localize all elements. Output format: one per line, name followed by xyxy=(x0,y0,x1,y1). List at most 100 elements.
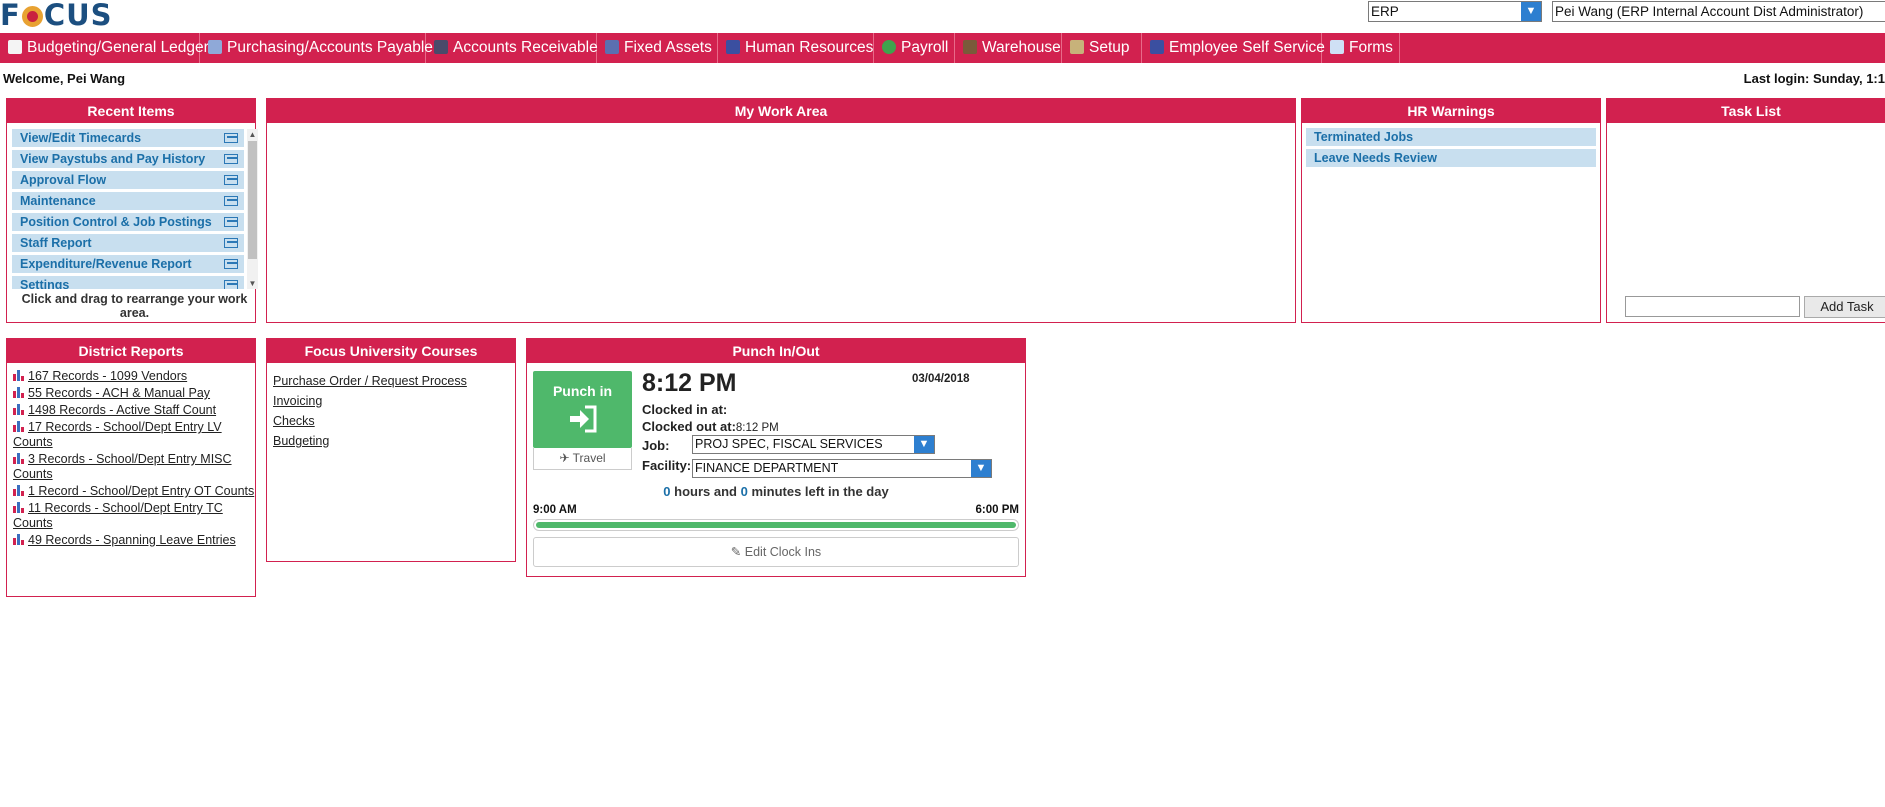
hr-warnings-panel: HR Warnings Terminated Jobs Leave Needs … xyxy=(1301,98,1601,323)
people-icon xyxy=(726,40,740,54)
nav-budgeting-general-ledger[interactable]: Budgeting/General Ledger xyxy=(0,33,209,63)
district-report-link[interactable]: 3 Records - School/Dept Entry MISC Count… xyxy=(7,452,255,482)
district-report-link[interactable]: 167 Records - 1099 Vendors xyxy=(7,369,255,384)
bar-chart-icon xyxy=(13,502,26,513)
district-report-link[interactable]: 49 Records - Spanning Leave Entries xyxy=(7,533,255,548)
open-window-icon[interactable] xyxy=(224,238,238,248)
punch-in-out-panel: Punch In/Out Punch in ✈ Travel 8:12 PM 0… xyxy=(526,338,1026,577)
minutes-left-value: 0 xyxy=(740,484,748,499)
recent-item[interactable]: Staff Report xyxy=(12,234,244,252)
recent-item[interactable]: View/Edit Timecards xyxy=(12,129,244,147)
open-window-icon[interactable] xyxy=(224,175,238,185)
scrollbar-thumb[interactable] xyxy=(248,141,257,259)
sign-in-icon xyxy=(568,405,598,433)
panel-title[interactable]: Recent Items xyxy=(7,99,255,123)
form-icon xyxy=(1330,40,1344,54)
recent-item[interactable]: Approval Flow xyxy=(12,171,244,189)
recent-items-scrollbar[interactable]: ▲ ▼ xyxy=(247,129,258,289)
nav-payroll[interactable]: Payroll xyxy=(874,33,955,63)
bar-chart-icon xyxy=(13,404,26,415)
district-report-link[interactable]: 1498 Records - Active Staff Count xyxy=(7,403,255,418)
forklift-icon xyxy=(963,40,977,54)
hr-warning-item[interactable]: Terminated Jobs xyxy=(1306,128,1596,146)
minutes-text: minutes left in the day xyxy=(751,484,889,499)
district-report-link[interactable]: 55 Records - ACH & Manual Pay xyxy=(7,386,255,401)
recent-item[interactable]: Settings xyxy=(12,276,244,289)
travel-label: Travel xyxy=(572,451,606,465)
new-task-input[interactable] xyxy=(1625,296,1800,317)
user-select-value: Pei Wang (ERP Internal Account Dist Admi… xyxy=(1555,4,1864,19)
nav-purchasing-accounts-payable[interactable]: Purchasing/Accounts Payable xyxy=(200,33,433,63)
cart-icon xyxy=(208,40,222,54)
day-progress-fill xyxy=(536,522,1016,528)
focus-university-courses-panel: Focus University Courses Purchase Order … xyxy=(266,338,516,562)
hours-text: hours and xyxy=(674,484,737,499)
current-date: 03/04/2018 xyxy=(912,373,970,385)
scroll-down-icon[interactable]: ▼ xyxy=(247,278,258,289)
recent-item[interactable]: View Paystubs and Pay History xyxy=(12,150,244,168)
building-icon xyxy=(605,40,619,54)
panel-title[interactable]: HR Warnings xyxy=(1302,99,1600,123)
panel-title[interactable]: Focus University Courses xyxy=(267,339,515,363)
open-window-icon[interactable] xyxy=(224,217,238,227)
add-task-button[interactable]: Add Task xyxy=(1804,296,1885,318)
facility-select-value: FINANCE DEPARTMENT xyxy=(695,461,839,475)
chevron-down-icon[interactable]: ▼ xyxy=(971,460,991,477)
punch-in-button[interactable]: Punch in xyxy=(533,371,632,448)
open-window-icon[interactable] xyxy=(224,259,238,269)
course-link[interactable]: Invoicing xyxy=(267,391,515,411)
nav-accounts-receivable[interactable]: Accounts Receivable xyxy=(426,33,598,63)
course-link[interactable]: Purchase Order / Request Process xyxy=(267,371,515,391)
recent-item[interactable]: Maintenance xyxy=(12,192,244,210)
course-link[interactable]: Budgeting xyxy=(267,431,515,451)
people-icon xyxy=(1150,40,1164,54)
chevron-down-icon[interactable]: ▼ xyxy=(1521,2,1541,21)
edit-clock-ins-button[interactable]: ✎ Edit Clock Ins xyxy=(533,537,1019,567)
district-report-link[interactable]: 17 Records - School/Dept Entry LV Counts xyxy=(7,420,255,450)
facility-label: Facility: xyxy=(642,458,692,473)
edit-clock-ins-label: Edit Clock Ins xyxy=(744,545,822,559)
recent-item[interactable]: Position Control & Job Postings xyxy=(12,213,244,231)
nav-human-resources[interactable]: Human Resources xyxy=(718,33,874,63)
course-link[interactable]: Checks xyxy=(267,411,515,431)
time-left-text: 0 hours and 0 minutes left in the day xyxy=(527,484,1025,499)
open-window-icon[interactable] xyxy=(224,133,238,143)
focus-logo[interactable]: F CUS xyxy=(0,0,113,32)
nav-label: Budgeting/General Ledger xyxy=(27,39,209,56)
scroll-up-icon[interactable]: ▲ xyxy=(247,129,258,140)
nav-forms[interactable]: Forms xyxy=(1322,33,1400,63)
chevron-down-icon[interactable]: ▼ xyxy=(914,436,934,453)
recent-items-panel: Recent Items View/Edit Timecards View Pa… xyxy=(6,98,258,323)
plane-icon: ✈ xyxy=(559,451,570,465)
job-select[interactable]: PROJ SPEC, FISCAL SERVICES ▼ xyxy=(692,435,935,454)
district-report-link[interactable]: 1 Record - School/Dept Entry OT Counts xyxy=(7,484,255,499)
open-window-icon[interactable] xyxy=(224,196,238,206)
report-label: 167 Records - 1099 Vendors xyxy=(28,369,188,383)
recent-item-label: Approval Flow xyxy=(20,173,107,187)
nav-setup[interactable]: Setup xyxy=(1062,33,1142,63)
current-time: 8:12 PM xyxy=(642,369,737,397)
open-window-icon[interactable] xyxy=(224,154,238,164)
nav-fixed-assets[interactable]: Fixed Assets xyxy=(597,33,718,63)
panel-title[interactable]: District Reports xyxy=(7,339,255,363)
recent-item-label: View Paystubs and Pay History xyxy=(20,152,206,166)
clocked-in-row: Clocked in at: xyxy=(642,402,727,417)
district-report-link[interactable]: 11 Records - School/Dept Entry TC Counts xyxy=(7,501,255,531)
day-progress-bar xyxy=(533,519,1019,531)
panel-title[interactable]: My Work Area xyxy=(267,99,1295,123)
nav-employee-self-service[interactable]: Employee Self Service xyxy=(1142,33,1325,63)
nav-label: Employee Self Service xyxy=(1169,39,1325,56)
module-select-value: ERP xyxy=(1371,4,1399,19)
tools-icon xyxy=(1070,40,1084,54)
user-select[interactable]: Pei Wang (ERP Internal Account Dist Admi… xyxy=(1552,1,1885,22)
open-window-icon[interactable] xyxy=(224,280,238,289)
panel-title[interactable]: Task List xyxy=(1607,99,1885,123)
nav-warehouse[interactable]: Warehouse xyxy=(955,33,1062,63)
facility-select[interactable]: FINANCE DEPARTMENT ▼ xyxy=(692,459,992,478)
travel-button[interactable]: ✈ Travel xyxy=(533,448,632,470)
module-select[interactable]: ERP ▼ xyxy=(1368,1,1542,22)
recent-item[interactable]: Expenditure/Revenue Report xyxy=(12,255,244,273)
receivable-icon xyxy=(434,40,448,54)
panel-title[interactable]: Punch In/Out xyxy=(527,339,1025,363)
hr-warning-item[interactable]: Leave Needs Review xyxy=(1306,149,1596,167)
